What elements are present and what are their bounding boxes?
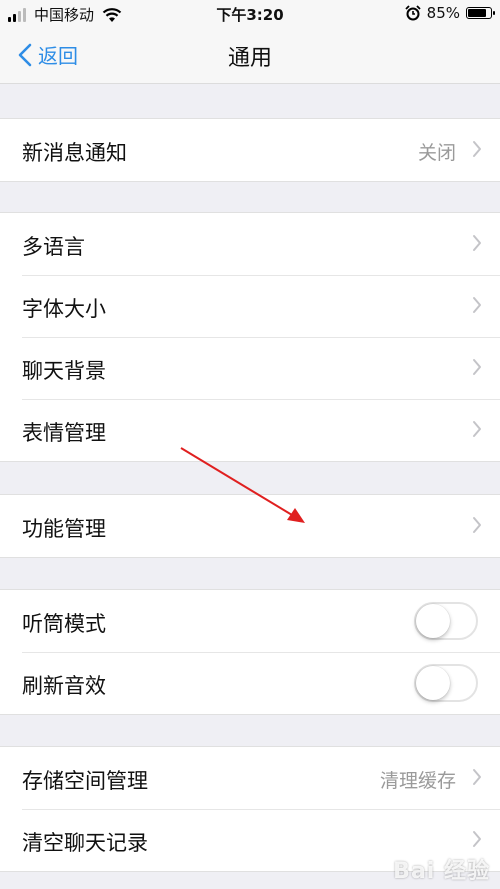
emoji-management-row[interactable]: 表情管理	[0, 399, 500, 461]
chat-background-row[interactable]: 聊天背景	[0, 337, 500, 399]
feature-management-row[interactable]: 功能管理	[0, 495, 500, 557]
baidu-watermark: Bai 经验	[393, 859, 490, 884]
chevron-right-icon	[473, 517, 481, 533]
language-row[interactable]: 多语言	[0, 213, 500, 275]
row-value: 清理缓存	[379, 770, 456, 792]
refresh-sound-toggle[interactable]	[414, 664, 478, 702]
chevron-right-icon	[473, 141, 481, 157]
row-label: 清空聊天记录	[22, 831, 148, 855]
chevron-right-icon	[473, 831, 481, 847]
chevron-right-icon	[473, 235, 481, 251]
toggle-knob	[416, 666, 450, 700]
row-label: 存储空间管理	[22, 769, 148, 793]
row-label: 字体大小	[22, 297, 106, 321]
storage-management-row[interactable]: 存储空间管理 清理缓存	[0, 747, 500, 809]
row-value: 关闭	[417, 142, 456, 164]
battery-percentage: 85%	[426, 4, 460, 22]
settings-group-features: 功能管理	[0, 494, 500, 558]
row-label: 功能管理	[22, 517, 106, 541]
chevron-right-icon	[473, 297, 481, 313]
alarm-clock-icon	[405, 5, 421, 21]
page-title: 通用	[227, 46, 272, 71]
earpiece-mode-toggle[interactable]	[414, 602, 478, 640]
font-size-row[interactable]: 字体大小	[0, 275, 500, 337]
chevron-right-icon	[473, 421, 481, 437]
chevron-right-icon	[473, 769, 481, 785]
battery-icon	[466, 7, 495, 19]
navigation-bar: 返回 通用	[0, 28, 500, 84]
settings-group-audio: 听筒模式 刷新音效	[0, 589, 500, 715]
row-label: 聊天背景	[22, 359, 106, 383]
row-label: 多语言	[22, 235, 85, 259]
row-label: 刷新音效	[22, 674, 106, 698]
refresh-sound-row: 刷新音效	[0, 652, 500, 714]
status-bar: 中国移动 下午3:20 85%	[0, 0, 500, 28]
row-label: 表情管理	[22, 421, 106, 445]
status-right: 85%	[405, 4, 495, 22]
row-label: 新消息通知	[22, 141, 127, 165]
row-label: 听筒模式	[22, 612, 106, 636]
new-message-notification-row[interactable]: 新消息通知 关闭	[0, 119, 500, 181]
settings-group-display: 多语言 字体大小 聊天背景 表情管理	[0, 212, 500, 462]
settings-group-notifications: 新消息通知 关闭	[0, 118, 500, 182]
chevron-right-icon	[473, 359, 481, 375]
toggle-knob	[416, 604, 450, 638]
earpiece-mode-row: 听筒模式	[0, 590, 500, 652]
battery-fill	[468, 9, 486, 17]
